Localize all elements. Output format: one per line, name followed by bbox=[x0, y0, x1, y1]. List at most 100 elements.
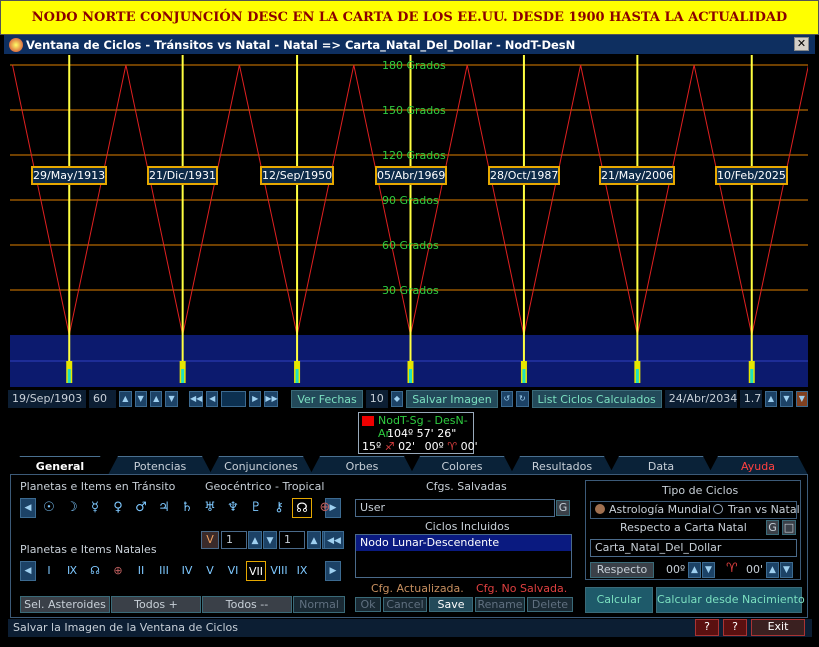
exit-button[interactable]: Exit bbox=[751, 619, 805, 636]
min-value[interactable]: 00' bbox=[746, 563, 763, 576]
todos-minus-button[interactable]: Todos -- bbox=[202, 596, 292, 613]
natal-glyph-icon[interactable]: V bbox=[200, 561, 220, 581]
natal-spin2-up-icon[interactable]: ▲ bbox=[307, 531, 321, 549]
natal-v-button[interactable]: V bbox=[201, 531, 219, 549]
list-ciclos-button[interactable]: List Ciclos Calculados bbox=[531, 389, 662, 408]
salvar-imagen-button[interactable]: Salvar Imagen bbox=[406, 389, 498, 408]
natal-glyph-icon[interactable]: IV bbox=[177, 561, 197, 581]
help-icon-1[interactable]: ? bbox=[695, 619, 719, 636]
conjunction-date-label: 05/Abr/1969 bbox=[375, 166, 448, 185]
tab-data[interactable]: Data bbox=[609, 456, 713, 475]
todos-plus-button[interactable]: Todos + bbox=[111, 596, 201, 613]
natal-glyph-icon[interactable]: III bbox=[154, 561, 174, 581]
astro-mundial-radio[interactable] bbox=[595, 504, 605, 514]
transit-prev-icon[interactable]: ◀ bbox=[20, 498, 36, 518]
cfg-g-button[interactable]: G bbox=[556, 500, 570, 516]
transit-glyph-icon[interactable]: ♃ bbox=[154, 498, 174, 518]
natal-glyph-icon[interactable]: VI bbox=[223, 561, 243, 581]
conjunction-date-label: 21/Dic/1931 bbox=[147, 166, 218, 185]
zoom-value[interactable]: 1.7 bbox=[739, 389, 762, 408]
tab-orbes[interactable]: Orbes bbox=[310, 456, 414, 475]
fechas-count[interactable]: 10 bbox=[365, 389, 388, 408]
calcular-nacimiento-button[interactable]: Calcular desde Nacimiento bbox=[656, 587, 805, 613]
natal-spin1-down-icon[interactable]: ▼ bbox=[263, 531, 277, 549]
carta-name-field[interactable]: Carta_Natal_Del_Dollar bbox=[590, 539, 797, 557]
step-down-icon[interactable]: ▼ bbox=[134, 390, 147, 407]
conjunction-tick-inner bbox=[635, 369, 639, 383]
respecto-button[interactable]: Respecto bbox=[590, 562, 654, 578]
carta-g-button[interactable]: G bbox=[766, 520, 779, 535]
tab-colores[interactable]: Colores bbox=[410, 456, 514, 475]
help-icon-2[interactable]: ? bbox=[723, 619, 747, 636]
tran-vs-natal-radio[interactable] bbox=[713, 504, 723, 514]
close-button[interactable]: ✕ bbox=[794, 37, 809, 51]
min-down-icon[interactable]: ▼ bbox=[780, 562, 793, 578]
ver-fechas-button[interactable]: Ver Fechas bbox=[291, 389, 363, 408]
natal-glyph-icon[interactable]: IX bbox=[292, 561, 312, 581]
tab-conjunciones[interactable]: Conjunciones bbox=[209, 456, 313, 475]
ok-button[interactable]: Ok bbox=[355, 597, 381, 612]
sel-asteroides-button[interactable]: Sel. Asteroides bbox=[20, 596, 110, 613]
rename-button[interactable]: Rename bbox=[475, 597, 525, 612]
carta-window-icon[interactable]: □ bbox=[782, 520, 796, 535]
natal-glyph-icon[interactable]: ☊ bbox=[85, 561, 105, 581]
cfg-select[interactable]: User bbox=[355, 499, 555, 517]
transit-glyph-icon[interactable]: ⊕ bbox=[315, 498, 335, 518]
natal-glyph-icon[interactable]: II bbox=[131, 561, 151, 581]
natal-value-2[interactable]: 1 bbox=[279, 531, 305, 549]
transit-glyph-icon[interactable]: ♂ bbox=[131, 498, 151, 518]
natal-back-icon[interactable]: ◀◀ bbox=[324, 531, 344, 549]
delete-button[interactable]: Delete bbox=[527, 597, 573, 612]
natal-value-1[interactable]: 1 bbox=[221, 531, 247, 549]
natal-spin1-up-icon[interactable]: ▲ bbox=[248, 531, 262, 549]
step-value[interactable]: 60 bbox=[89, 389, 117, 408]
tab-general[interactable]: General bbox=[10, 456, 110, 475]
ciclo-list-item[interactable]: Nodo Lunar-Descendente bbox=[356, 535, 571, 551]
calcular-button[interactable]: Calcular bbox=[585, 587, 653, 613]
natal-glyph-icon[interactable]: I bbox=[39, 561, 59, 581]
transit-glyph-icon[interactable]: ☉ bbox=[39, 498, 59, 518]
normal-button[interactable]: Normal bbox=[293, 596, 345, 613]
zoom-down-icon[interactable]: ▼ bbox=[780, 390, 793, 407]
transit-glyph-icon[interactable]: ☿ bbox=[85, 498, 105, 518]
tab-potencias[interactable]: Potencias bbox=[108, 456, 212, 475]
step-up-icon[interactable]: ▲ bbox=[119, 390, 132, 407]
tab-resultados[interactable]: Resultados bbox=[510, 456, 614, 475]
step-up2-icon[interactable]: ▲ bbox=[149, 390, 163, 407]
transit-glyph-icon[interactable]: ♅ bbox=[200, 498, 220, 518]
transit-glyph-icon[interactable]: ♄ bbox=[177, 498, 197, 518]
last-icon[interactable]: ▶▶ bbox=[264, 390, 279, 407]
save-button[interactable]: Save bbox=[429, 597, 473, 612]
scroll-thumb[interactable] bbox=[221, 390, 246, 407]
cancel-button[interactable]: Cancel bbox=[383, 597, 427, 612]
natal-next-icon[interactable]: ▶ bbox=[325, 561, 341, 581]
deg-down-icon[interactable]: ▼ bbox=[702, 562, 715, 578]
cfg-no-salvada-label: Cfg. No Salvada. bbox=[476, 582, 568, 595]
transit-glyph-icon[interactable]: ☊ bbox=[292, 498, 312, 518]
natal-glyph-icon[interactable]: Ⅸ bbox=[62, 561, 82, 581]
tab-ayuda[interactable]: Ayuda bbox=[708, 456, 808, 475]
next-icon[interactable]: ▶ bbox=[248, 390, 262, 407]
natal-prev-icon[interactable]: ◀ bbox=[20, 561, 36, 581]
min-up-icon[interactable]: ▲ bbox=[766, 562, 779, 578]
deg-up-icon[interactable]: ▲ bbox=[688, 562, 701, 578]
prev-icon[interactable]: ◀ bbox=[205, 390, 219, 407]
transit-glyph-icon[interactable]: ♀ bbox=[108, 498, 128, 518]
transit-glyph-icon[interactable]: ⚷ bbox=[269, 498, 289, 518]
natal-glyph-icon[interactable]: VIII bbox=[269, 561, 289, 581]
deg-value[interactable]: 00º bbox=[666, 563, 685, 576]
step-down2-icon[interactable]: ▼ bbox=[165, 390, 178, 407]
redo-icon[interactable]: ↻ bbox=[516, 390, 529, 407]
aries-sign-icon[interactable]: ♈ bbox=[726, 561, 738, 576]
natal-glyph-icon[interactable]: ⊕ bbox=[108, 561, 128, 581]
natal-glyph-icon[interactable]: VII bbox=[246, 561, 266, 581]
zoom-up-icon[interactable]: ▲ bbox=[764, 390, 778, 407]
transit-glyph-icon[interactable]: ♆ bbox=[223, 498, 243, 518]
transit-label: Planetas e Items en Tránsito bbox=[20, 480, 176, 493]
transit-glyph-icon[interactable]: ☽ bbox=[62, 498, 82, 518]
undo-icon[interactable]: ↺ bbox=[500, 390, 514, 407]
first-icon[interactable]: ◀◀ bbox=[188, 390, 203, 407]
transit-glyph-icon[interactable]: ♇ bbox=[246, 498, 266, 518]
fechas-spin-icon[interactable]: ◆ bbox=[390, 390, 404, 407]
download-icon[interactable]: ▼ bbox=[795, 390, 809, 407]
